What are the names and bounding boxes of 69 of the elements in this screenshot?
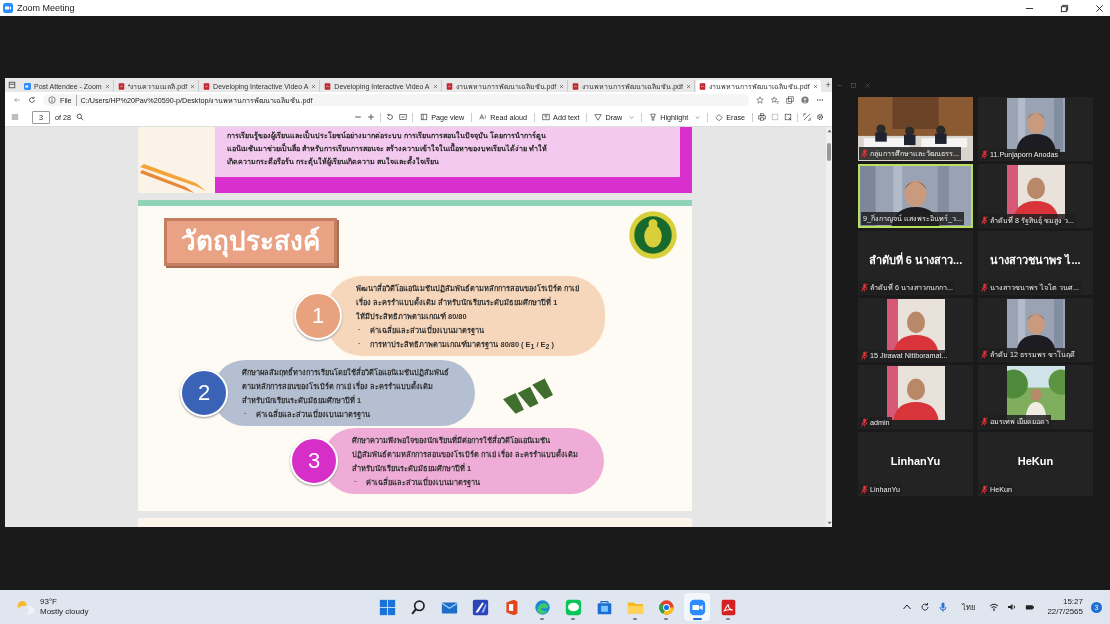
rotate-icon[interactable] [386,113,395,121]
speaker-icon[interactable] [1007,602,1018,612]
highlighter-icon [649,113,658,121]
pen-app-icon [471,598,489,616]
search-icon [409,598,427,616]
participant-display-name: LinhanYu [890,455,941,467]
info-icon [48,96,56,104]
store-icon [595,598,613,616]
star-icon[interactable] [756,96,764,104]
temperature-text: 93°F [40,597,58,607]
browser-swirl-icon [533,598,551,616]
new-tab-button[interactable]: + [825,80,831,90]
text-box-icon [542,113,551,121]
favorites-icon[interactable] [771,96,779,104]
pdf-file-icon [117,82,125,90]
windows-logo-icon [378,598,396,616]
restore-icon[interactable] [1060,3,1069,13]
pdf-file-icon [572,82,580,90]
more-icon[interactable] [816,96,824,104]
chrome-icon [657,598,675,616]
search-icon[interactable] [76,113,84,121]
battery-icon[interactable] [1025,602,1036,612]
caret-icon [629,115,635,119]
number-badge: 3 [290,437,338,486]
video-camera-icon [688,598,706,616]
pen-icon [594,113,603,121]
fit-page-icon[interactable] [399,113,408,121]
scroll-up-icon[interactable] [826,129,832,133]
close-icon[interactable] [1095,3,1104,13]
participant-display-name: นางสาวชนาพร ไ... [990,253,1081,268]
pdf-file-icon [324,82,332,90]
zoom-in-icon[interactable] [367,113,376,121]
zoom-out-icon[interactable] [354,113,363,121]
wifi-icon[interactable] [989,602,1000,612]
pdf-file-icon [698,82,706,90]
chat-bubble-icon [564,598,582,616]
refresh-icon[interactable] [28,96,36,104]
pdf-file-icon [445,82,453,90]
print-icon[interactable] [758,113,766,121]
window-title: Zoom Meeting [17,3,75,13]
chevron-up-icon[interactable] [902,602,913,612]
profile-avatar-icon[interactable] [801,96,809,104]
number-badge: 1 [294,292,342,341]
sync-icon[interactable] [920,602,931,612]
document-app-icon [719,598,737,616]
read-aloud-icon [479,113,488,121]
weather-text: Mostly cloudy [40,607,89,617]
clock[interactable]: 15:27 22/7/2565 [1047,596,1083,618]
slide-title: วัตถุประสงค์ [164,218,337,266]
save-as-icon[interactable] [784,113,792,121]
page-icon [420,113,429,121]
number-badge: 2 [180,369,228,418]
settings-icon[interactable] [816,113,824,121]
caret-icon [695,115,701,119]
date-text: 22/7/2565 [1047,607,1083,618]
emblem-icon [628,210,678,260]
collections-icon[interactable] [786,96,794,104]
tab-actions-icon[interactable] [8,81,16,89]
video-camera-icon [24,82,31,90]
participant-display-name: ลำดับที่ 6 นางสาว... [868,251,963,268]
scroll-down-icon[interactable] [826,521,832,525]
time-text: 15:27 [1062,596,1083,607]
eraser-icon [715,113,724,121]
pdf-file-icon [203,82,211,90]
microphone-icon[interactable] [938,602,949,612]
scroll-thumb[interactable] [827,143,831,161]
fullscreen-icon[interactable] [803,113,811,121]
participant-display-name: HeKun [1017,455,1054,467]
video-camera-icon [3,3,13,13]
